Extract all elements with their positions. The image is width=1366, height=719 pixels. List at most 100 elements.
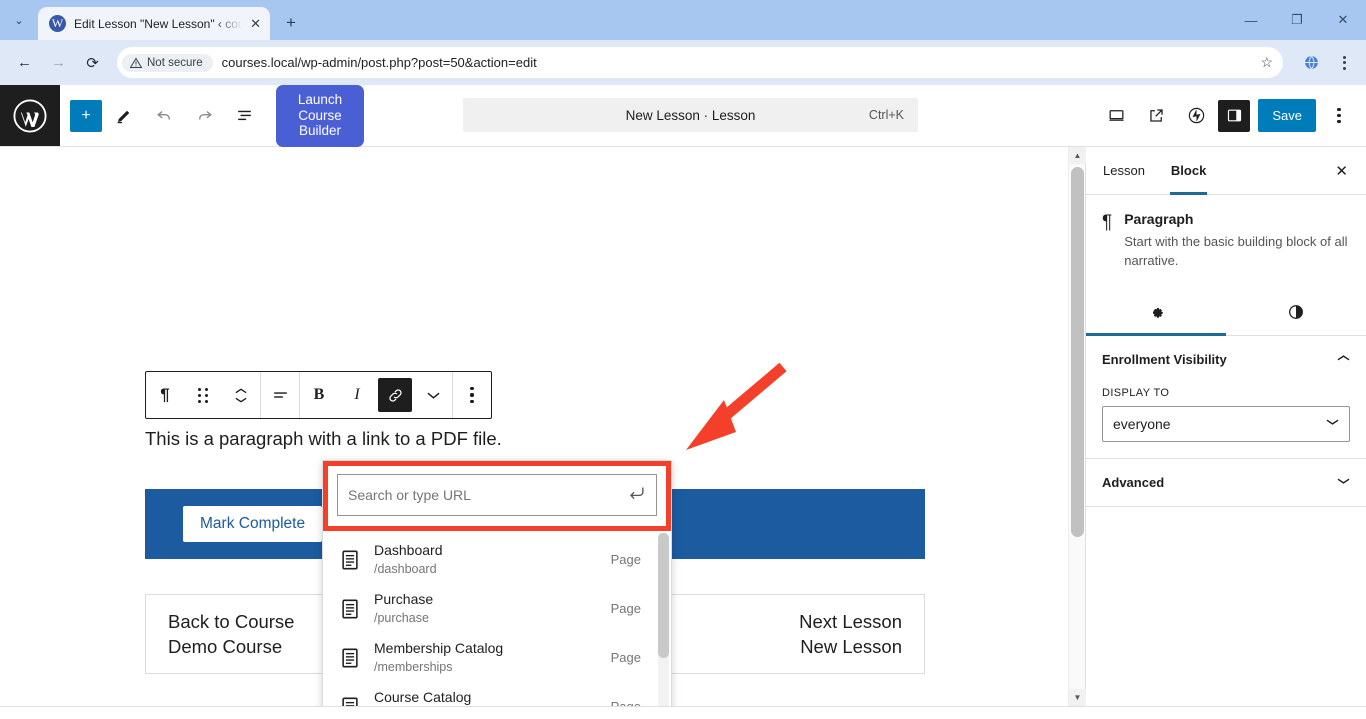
document-title: New Lesson · Lesson (625, 107, 756, 123)
jetpack-button[interactable] (1178, 98, 1214, 134)
block-toolbar: ¶ B I (145, 371, 492, 419)
bookmark-star-icon[interactable]: ☆ (1260, 54, 1277, 71)
link-results-list: Dashboard /dashboard Page Purchase /purc… (323, 531, 671, 706)
link-search-popover: Search or type URL Dashboard /dashboard … (322, 460, 672, 706)
add-block-button[interactable]: + (70, 99, 102, 132)
chrome-menu-button[interactable] (1331, 55, 1357, 70)
chevron-down-icon (1326, 418, 1339, 429)
menu-dot (1342, 55, 1346, 59)
next-lesson-card[interactable]: Next Lesson New Lesson (665, 594, 925, 674)
move-updown-button[interactable] (222, 372, 260, 418)
block-options-button[interactable] (453, 372, 491, 418)
block-info-card: ¶ Paragraph Start with the basic buildin… (1086, 195, 1366, 275)
result-title: Membership Catalog (374, 640, 504, 656)
close-window-button[interactable]: ✕ (1320, 0, 1366, 40)
save-button[interactable]: Save (1258, 99, 1316, 132)
result-slug: /dashboard (374, 562, 437, 576)
paragraph-icon: ¶ (1102, 212, 1113, 233)
page-icon (339, 696, 361, 706)
block-type-button[interactable]: ¶ (146, 372, 184, 418)
launch-course-builder-button[interactable]: Launch Course Builder (276, 84, 364, 147)
display-to-select[interactable]: everyone (1102, 405, 1350, 442)
editor-body: ¶ B I This is a paragraph with a link to… (0, 147, 1366, 706)
device-preview-button[interactable] (1098, 98, 1134, 134)
list-item-text: Dashboard /dashboard (374, 541, 598, 578)
menu-dot (1342, 61, 1346, 64)
mark-complete-button[interactable]: Mark Complete (183, 506, 323, 542)
document-title-bar[interactable]: New Lesson · Lesson Ctrl+K (463, 98, 918, 132)
paragraph-block[interactable]: This is a paragraph with a link to a PDF… (145, 428, 502, 450)
back-button[interactable]: ← (9, 47, 40, 78)
redo-icon (198, 111, 212, 120)
editor-canvas[interactable]: ¶ B I This is a paragraph with a link to… (0, 147, 1068, 706)
popover-scrollbar-thumb[interactable] (658, 533, 669, 658)
browser-tab[interactable]: W Edit Lesson "New Lesson" ‹ cou ✕ (38, 7, 270, 40)
drag-handle-button[interactable] (184, 372, 222, 418)
display-to-value: everyone (1113, 415, 1171, 432)
menu-dot (1337, 113, 1341, 118)
display-to-label: DISPLAY TO (1102, 386, 1170, 399)
site-security-badge[interactable]: Not secure (122, 53, 213, 72)
close-sidebar-button[interactable]: ✕ (1321, 147, 1362, 194)
bold-button[interactable]: B (300, 372, 338, 418)
panel-advanced[interactable]: Advanced (1086, 459, 1366, 507)
list-item-text: Membership Catalog /memberships (374, 639, 598, 676)
forward-button[interactable]: → (43, 47, 74, 78)
reload-button[interactable]: ⟳ (77, 47, 108, 78)
sidebar-icon-tabs (1086, 289, 1366, 336)
link-url-input[interactable]: Search or type URL (337, 474, 657, 516)
edit-tool-button[interactable] (106, 98, 142, 134)
panel-header[interactable]: Advanced (1102, 475, 1350, 490)
styles-tab[interactable] (1226, 289, 1366, 335)
list-item[interactable]: Dashboard /dashboard Page (323, 535, 671, 584)
result-type: Page (611, 699, 657, 706)
close-icon[interactable]: ✕ (250, 17, 261, 30)
block-toolbar-group-align (261, 372, 300, 418)
view-post-button[interactable] (1138, 98, 1174, 134)
list-item[interactable]: Membership Catalog /memberships Page (323, 633, 671, 682)
maximize-button[interactable]: ❐ (1274, 0, 1320, 40)
tab-search-button[interactable]: ⌄ (0, 0, 38, 40)
list-view-button[interactable] (226, 98, 262, 134)
list-item[interactable]: Purchase /purchase Page (323, 584, 671, 633)
chevron-up-icon (1337, 354, 1350, 365)
align-text-button[interactable] (261, 372, 299, 418)
new-tab-button[interactable]: + (276, 8, 306, 38)
more-vertical-icon (470, 387, 474, 403)
tab-lesson[interactable]: Lesson (1090, 147, 1158, 194)
block-toolbar-group-options (453, 372, 491, 418)
submit-icon[interactable] (627, 485, 646, 506)
sidebar-panel-icon (1227, 109, 1241, 122)
scrollbar-thumb[interactable] (1071, 167, 1084, 537)
wordpress-logo-icon[interactable] (0, 85, 60, 146)
jetpack-icon (1188, 107, 1205, 124)
more-formats-button[interactable] (414, 372, 452, 418)
redo-button[interactable] (186, 98, 222, 134)
wordpress-favicon-icon: W (49, 15, 66, 32)
chevron-down-icon (426, 392, 440, 399)
browser-toolbar: ← → ⟳ Not secure courses.local/wp-admin/… (0, 40, 1366, 85)
settings-sidebar: Lesson Block ✕ ¶ Paragraph Start with th… (1085, 147, 1366, 706)
editor-options-button[interactable] (1322, 107, 1356, 124)
editor-scrollbar[interactable]: ▲ ▼ (1068, 147, 1086, 706)
tab-block[interactable]: Block (1158, 147, 1219, 195)
settings-tab[interactable] (1086, 289, 1226, 336)
popover-scrollbar[interactable] (658, 533, 669, 706)
extension-icon[interactable] (1298, 50, 1324, 76)
lcb-line-1: Launch (297, 91, 343, 107)
settings-sidebar-toggle[interactable] (1218, 99, 1251, 132)
undo-button[interactable] (146, 98, 182, 134)
address-bar[interactable]: Not secure courses.local/wp-admin/post.p… (117, 47, 1283, 78)
page-icon (339, 549, 361, 571)
minimize-button[interactable]: — (1228, 0, 1274, 40)
list-item-text: Course Catalog /courses (374, 688, 598, 706)
scroll-up-button[interactable]: ▲ (1069, 147, 1086, 164)
scroll-down-button[interactable]: ▼ (1069, 689, 1086, 706)
page-icon (339, 598, 361, 620)
contrast-icon (1289, 304, 1303, 319)
list-item[interactable]: Course Catalog /courses Page (323, 682, 671, 706)
italic-button[interactable]: I (338, 372, 376, 418)
link-button[interactable] (378, 378, 412, 412)
panel-header[interactable]: Enrollment Visibility (1102, 352, 1350, 367)
external-link-icon (1150, 109, 1163, 122)
